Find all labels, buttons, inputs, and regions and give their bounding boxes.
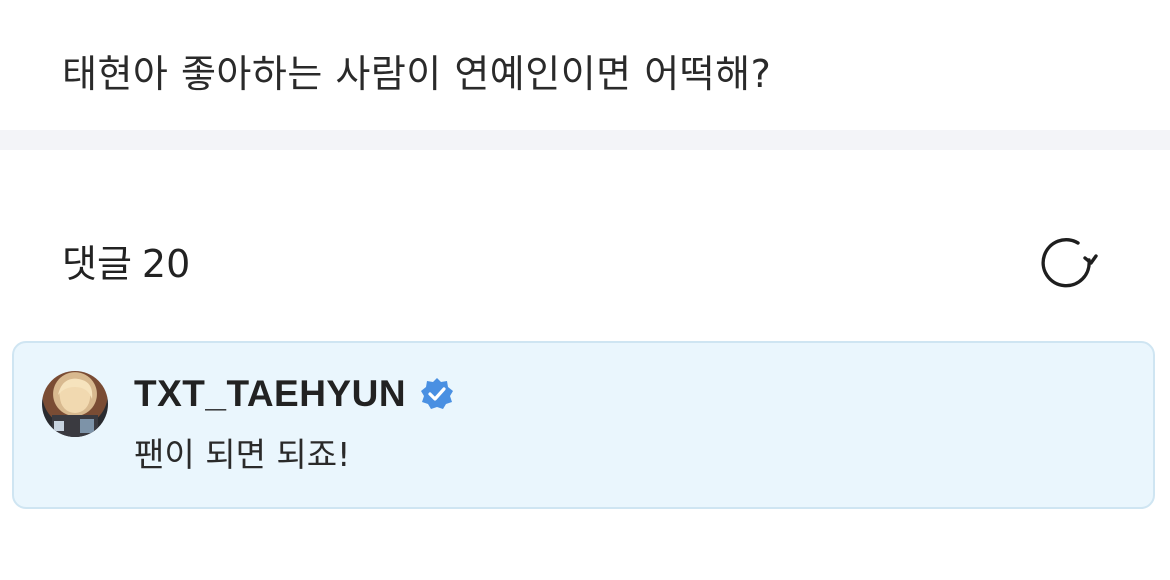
post-title: 태현아 좋아하는 사람이 연예인이면 어떡해? bbox=[62, 52, 772, 96]
comments-header: 댓글 20 bbox=[62, 236, 190, 292]
comments-label: 댓글 bbox=[62, 242, 132, 286]
refresh-button[interactable] bbox=[1036, 232, 1100, 296]
comment-text: 팬이 되면 되죠! bbox=[134, 435, 351, 474]
comment-card[interactable]: TXT_TAEHYUN 팬이 되면 되죠! bbox=[12, 341, 1155, 509]
avatar[interactable] bbox=[42, 371, 108, 437]
verified-badge-icon bbox=[420, 377, 454, 411]
comments-count: 20 bbox=[141, 242, 191, 286]
author-name[interactable]: TXT_TAEHYUN bbox=[134, 371, 406, 417]
refresh-icon bbox=[1041, 238, 1098, 288]
author-row: TXT_TAEHYUN bbox=[134, 371, 454, 417]
section-divider bbox=[0, 130, 1170, 150]
